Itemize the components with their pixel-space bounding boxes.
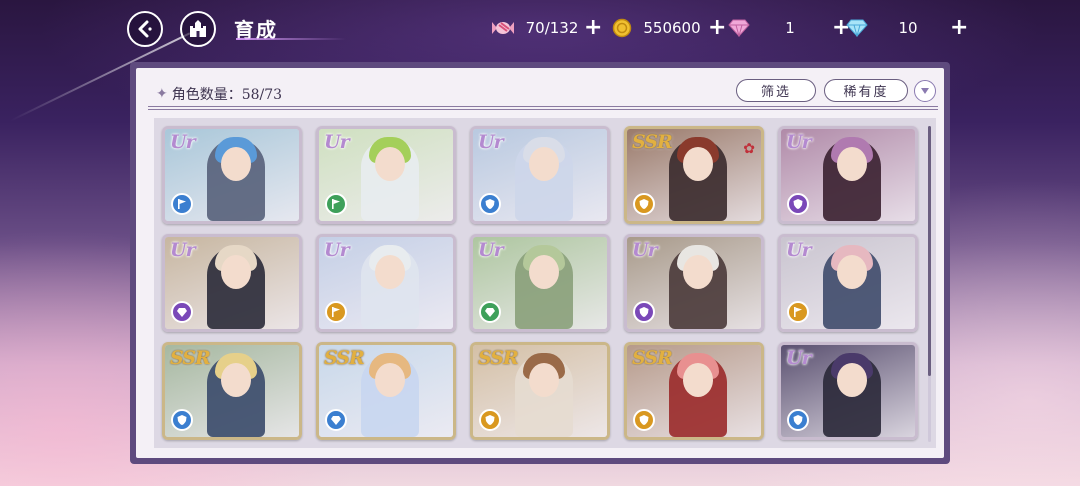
chevron-down-icon [921, 88, 929, 94]
blue-gem-icon [846, 19, 868, 37]
pink-gem-resource: 1 + [728, 14, 850, 42]
character-card[interactable]: Ur [778, 126, 918, 224]
rarity-badge: Ur [324, 131, 350, 153]
character-face [683, 363, 713, 397]
character-card[interactable]: SSR [316, 342, 456, 440]
character-face [837, 147, 867, 181]
character-face [529, 363, 559, 397]
rarity-badge: SSR [632, 131, 673, 153]
character-face [529, 255, 559, 289]
add-gold-button[interactable]: + [708, 17, 726, 39]
character-panel-inner: ✦ 角色数量：58/73 筛选 稀有度 Ur Ur Ur SSR ✿ Ur Ur Ur Ur Ur… [136, 68, 944, 458]
rarity-badge: SSR [324, 347, 365, 369]
character-face [529, 147, 559, 181]
back-arrow-icon [138, 20, 152, 38]
add-blue-gem-button[interactable]: + [950, 17, 968, 39]
character-card[interactable]: SSR ✿ [624, 126, 764, 224]
scrollbar-thumb[interactable] [928, 126, 931, 376]
rarity-badge: Ur [170, 239, 196, 261]
back-button[interactable] [127, 11, 163, 47]
add-candy-button[interactable]: + [584, 17, 602, 39]
gold-coin-icon [612, 18, 632, 38]
shield-icon [633, 301, 655, 323]
gem-icon [171, 301, 193, 323]
title-flourish [236, 38, 346, 40]
blue-gem-resource: 10 + [846, 14, 968, 42]
character-card[interactable]: Ur [162, 234, 302, 332]
character-face [375, 147, 405, 181]
character-card[interactable]: Ur [778, 234, 918, 332]
rarity-badge: Ur [170, 131, 196, 153]
character-count: ✦ 角色数量：58/73 [156, 84, 282, 104]
collapse-button[interactable] [914, 80, 936, 102]
rarity-badge: Ur [324, 239, 350, 261]
character-card[interactable]: Ur [624, 234, 764, 332]
character-face [837, 255, 867, 289]
rarity-badge: Ur [786, 131, 812, 153]
header-divider-2 [148, 109, 938, 110]
pink-gem-value: 1 [785, 19, 795, 37]
shield-icon [171, 409, 193, 431]
flag-icon [787, 301, 809, 323]
shield-icon [633, 193, 655, 215]
gold-resource: 550600 + [612, 14, 726, 42]
castle-icon [190, 20, 206, 37]
shield-icon [787, 193, 809, 215]
flag-icon [325, 301, 347, 323]
character-card[interactable]: Ur [316, 234, 456, 332]
shield-icon [479, 193, 501, 215]
character-face [837, 363, 867, 397]
rarity-sort-button[interactable]: 稀有度 [824, 79, 908, 102]
character-card[interactable]: Ur [470, 126, 610, 224]
rarity-badge: Ur [478, 239, 504, 261]
character-face [683, 255, 713, 289]
sparkle-icon: ✦ [156, 86, 168, 102]
rarity-badge: SSR [170, 347, 211, 369]
gem-icon [479, 301, 501, 323]
shield-icon [633, 409, 655, 431]
rarity-badge: Ur [632, 239, 658, 261]
header-divider [148, 106, 938, 107]
character-card[interactable]: Ur [316, 126, 456, 224]
top-bar: 育成 70/132 + 550600 + 1 + 10 + [0, 0, 1080, 58]
rarity-badge: Ur [786, 239, 812, 261]
character-count-text: 角色数量：58/73 [171, 87, 283, 103]
shield-icon [479, 409, 501, 431]
character-card[interactable]: Ur [162, 126, 302, 224]
rarity-badge: SSR [478, 347, 519, 369]
candy-value: 70/132 [525, 19, 579, 37]
character-card[interactable]: Ur [778, 342, 918, 440]
character-face [375, 255, 405, 289]
flag-icon [325, 193, 347, 215]
rarity-badge: Ur [786, 347, 812, 369]
rarity-badge: Ur [478, 131, 504, 153]
blue-gem-value: 10 [898, 19, 918, 37]
candy-icon [492, 22, 514, 34]
gem-icon [325, 409, 347, 431]
character-face [221, 255, 251, 289]
shield-icon [787, 409, 809, 431]
character-face [375, 363, 405, 397]
rose-icon: ✿ [743, 141, 755, 157]
home-button[interactable] [180, 11, 216, 47]
rarity-badge: SSR [632, 347, 673, 369]
character-panel: ✦ 角色数量：58/73 筛选 稀有度 Ur Ur Ur SSR ✿ Ur Ur Ur Ur Ur… [130, 62, 950, 464]
character-face [221, 147, 251, 181]
character-grid: Ur Ur Ur SSR ✿ Ur Ur Ur Ur Ur Ur SSR SSR SSR SSR Ur [154, 118, 936, 448]
character-card[interactable]: SSR [470, 342, 610, 440]
character-card[interactable]: SSR [162, 342, 302, 440]
character-face [683, 147, 713, 181]
character-card[interactable]: SSR [624, 342, 764, 440]
character-card[interactable]: Ur [470, 234, 610, 332]
gold-value: 550600 [643, 19, 701, 37]
flag-icon [171, 193, 193, 215]
filter-button[interactable]: 筛选 [736, 79, 816, 102]
character-face [221, 363, 251, 397]
pink-gem-icon [728, 19, 750, 37]
candy-resource: 70/132 + [490, 14, 602, 42]
